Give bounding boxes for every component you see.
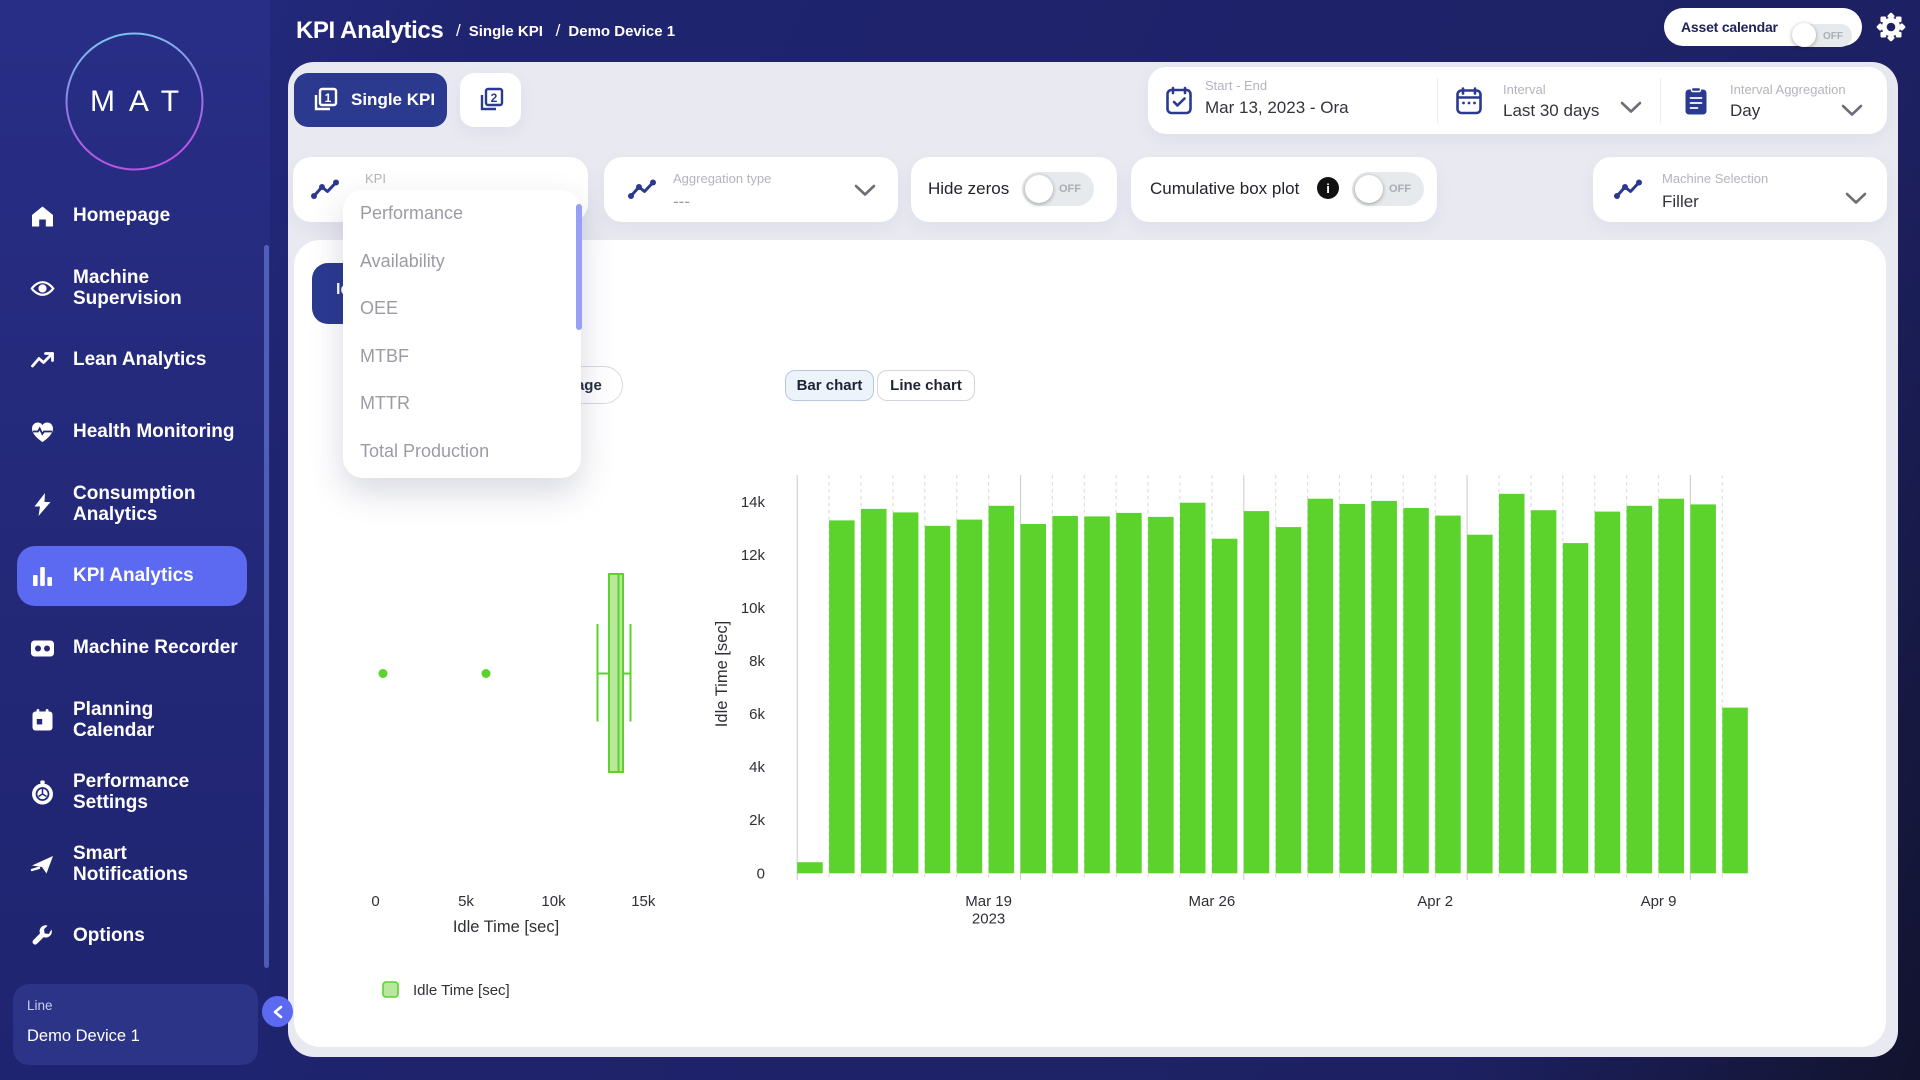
svg-text:10k: 10k	[741, 600, 766, 617]
svg-text:2k: 2k	[749, 812, 765, 829]
svg-text:Idle Time [sec]: Idle Time [sec]	[453, 918, 559, 936]
svg-text:Idle Time [sec]: Idle Time [sec]	[413, 982, 510, 999]
svg-text:8k: 8k	[749, 653, 765, 670]
svg-text:2023: 2023	[972, 911, 1005, 928]
svg-text:15k: 15k	[631, 893, 656, 910]
svg-text:Apr 2: Apr 2	[1417, 893, 1453, 910]
svg-text:Idle Time [sec]: Idle Time [sec]	[713, 621, 731, 727]
svg-text:Mar 19: Mar 19	[965, 893, 1012, 910]
svg-text:0: 0	[371, 893, 379, 910]
svg-text:Mar 26: Mar 26	[1189, 893, 1236, 910]
svg-text:6k: 6k	[749, 706, 765, 723]
svg-text:14k: 14k	[741, 494, 766, 511]
svg-text:Apr 9: Apr 9	[1641, 893, 1677, 910]
svg-text:10k: 10k	[541, 893, 566, 910]
svg-text:1: 1	[325, 91, 332, 105]
svg-text:0: 0	[757, 865, 765, 882]
svg-text:12k: 12k	[741, 547, 766, 564]
svg-text:4k: 4k	[749, 759, 765, 776]
svg-text:2: 2	[490, 91, 497, 105]
svg-text:5k: 5k	[458, 893, 474, 910]
